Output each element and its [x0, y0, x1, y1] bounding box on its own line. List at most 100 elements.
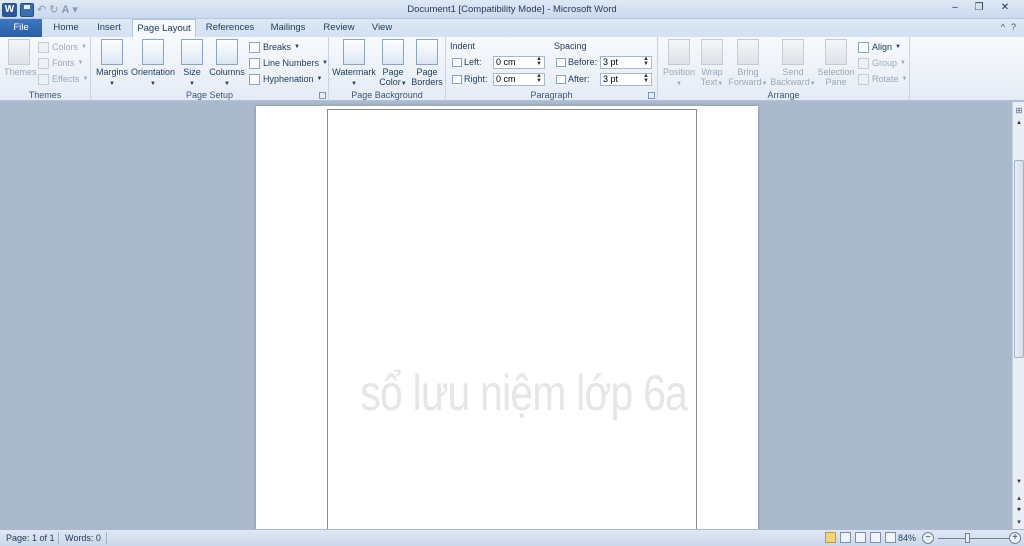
zoom-level[interactable]: 84% — [898, 533, 916, 543]
scroll-down-icon[interactable]: ▼ — [1014, 479, 1024, 489]
page-borders-label-2: Borders — [411, 77, 443, 87]
align-button[interactable]: Align ▼ — [858, 40, 901, 54]
fonts-icon — [38, 57, 49, 69]
arrange-group-label: Arrange — [767, 90, 800, 100]
zoom-slider-thumb[interactable] — [965, 533, 970, 543]
rotate-icon — [858, 73, 869, 85]
word-count[interactable]: Words: 0 — [65, 533, 101, 543]
columns-button[interactable]: Columns ▼ — [209, 39, 245, 89]
wrap-text-button[interactable]: Wrap Text▼ — [698, 39, 726, 89]
send-backward-button[interactable]: Send Backward▼ — [768, 39, 818, 89]
restore-button[interactable]: ❐ — [968, 2, 990, 16]
breaks-button[interactable]: Breaks ▼ — [249, 40, 300, 54]
send-backward-label-2: Backward — [770, 77, 810, 87]
bring-forward-icon — [737, 39, 759, 65]
indent-right-value: 0 cm — [496, 74, 516, 84]
minimize-button[interactable]: – — [944, 2, 966, 16]
help-icon[interactable]: ? — [1011, 22, 1016, 32]
zoom-slider[interactable] — [938, 538, 1010, 539]
indent-right-label: Right: — [452, 74, 488, 84]
spacing-after-icon — [556, 74, 566, 84]
spinner-arrows-icon[interactable]: ▲ ▼ — [642, 73, 650, 84]
view-ruler-icon[interactable]: ⊞ — [1014, 106, 1024, 118]
send-backward-label-1: Send — [782, 67, 804, 77]
orientation-button[interactable]: Orientation ▼ — [131, 39, 175, 89]
spacing-before-field[interactable]: 3 pt ▲ ▼ — [600, 56, 652, 69]
scroll-up-icon[interactable]: ▲ — [1014, 120, 1024, 130]
web-layout-icon[interactable] — [855, 532, 866, 543]
indent-right-text: Right: — [464, 74, 488, 84]
print-layout-icon[interactable] — [825, 532, 836, 543]
select-browse-object-icon[interactable]: ● — [1014, 506, 1024, 516]
selection-pane-button[interactable]: Selection Pane — [816, 39, 856, 87]
effects-label: Effects — [52, 74, 80, 84]
hyphenation-button[interactable]: Hyphenation ▼ — [249, 72, 323, 86]
columns-icon — [216, 39, 238, 65]
spacing-after-value: 3 pt — [603, 74, 619, 84]
window-controls: – ❐ ✕ — [944, 2, 1018, 16]
group-button[interactable]: Group ▼ — [858, 56, 906, 70]
outline-view-icon[interactable] — [870, 532, 881, 543]
tab-review[interactable]: Review — [318, 19, 360, 37]
bring-forward-button[interactable]: Bring Forward▼ — [728, 39, 768, 89]
fonts-button[interactable]: Fonts ▼ — [38, 56, 83, 70]
next-page-icon[interactable]: ▾ — [1014, 518, 1024, 528]
orientation-label: Orientation — [131, 67, 176, 77]
document-area[interactable]: sổ lưu niệm lớp 6a — [0, 102, 1012, 529]
zoom-in-icon[interactable]: + — [1009, 532, 1021, 544]
indent-left-field[interactable]: 0 cm ▲ ▼ — [493, 56, 545, 69]
scroll-thumb[interactable] — [1014, 160, 1024, 358]
breaks-label: Breaks — [263, 42, 292, 52]
paragraph-group-label: Paragraph — [530, 90, 573, 100]
page-borders-button[interactable]: Page Borders — [410, 39, 444, 87]
themes-group: Themes Colors ▼ Fonts ▼ Effects ▼ Themes — [0, 37, 91, 101]
paragraph-launcher-icon[interactable] — [648, 92, 655, 99]
page-setup-launcher-icon[interactable] — [319, 92, 326, 99]
size-icon — [181, 39, 203, 65]
spacing-before-icon — [556, 57, 566, 67]
colors-icon — [38, 41, 49, 53]
watermark-text: sổ lưu niệm lớp 6a — [360, 365, 688, 421]
spacing-after-field[interactable]: 3 pt ▲ ▼ — [600, 73, 652, 86]
spacing-after-text: After: — [568, 74, 590, 84]
group-icon — [858, 57, 869, 69]
zoom-out-icon[interactable]: − — [922, 532, 934, 544]
spacing-before-value: 3 pt — [603, 57, 619, 67]
send-backward-icon — [782, 39, 804, 65]
size-button[interactable]: Size ▼ — [179, 39, 205, 89]
tab-references[interactable]: References — [202, 19, 258, 37]
spinner-arrows-icon[interactable]: ▲ ▼ — [642, 56, 650, 67]
effects-button[interactable]: Effects ▼ — [38, 72, 88, 86]
vertical-scrollbar[interactable]: ⊞ ▲ ▼ ▴ ● ▾ — [1012, 102, 1024, 529]
selection-pane-icon — [825, 39, 847, 65]
spinner-arrows-icon[interactable]: ▲ ▼ — [535, 73, 543, 84]
draft-view-icon[interactable] — [885, 532, 896, 543]
fonts-label: Fonts — [52, 58, 75, 68]
full-screen-reading-icon[interactable] — [840, 532, 851, 543]
minimize-ribbon-icon[interactable]: ^ — [1001, 22, 1005, 32]
tab-insert[interactable]: Insert — [90, 19, 128, 37]
page-color-icon — [382, 39, 404, 65]
tab-home[interactable]: Home — [46, 19, 86, 37]
themes-button[interactable]: Themes — [4, 39, 37, 77]
document-page[interactable]: sổ lưu niệm lớp 6a — [256, 106, 758, 529]
margins-button[interactable]: Margins ▼ — [94, 39, 130, 89]
page-color-button[interactable]: Page Color▼ — [378, 39, 408, 89]
tab-file[interactable]: File — [0, 19, 42, 37]
previous-page-icon[interactable]: ▴ — [1014, 494, 1024, 504]
rotate-button[interactable]: Rotate ▼ — [858, 72, 907, 86]
tab-page-layout[interactable]: Page Layout — [132, 19, 196, 38]
spinner-arrows-icon[interactable]: ▲ ▼ — [535, 56, 543, 67]
watermark-button[interactable]: Watermark ▼ — [332, 39, 376, 89]
ribbon-help-area: ^ ? — [1001, 22, 1016, 32]
window-title: Document1 [Compatibility Mode] - Microso… — [407, 4, 617, 15]
tab-mailings[interactable]: Mailings — [264, 19, 312, 37]
line-numbers-button[interactable]: Line Numbers ▼ — [249, 56, 328, 70]
page-background-group: Watermark ▼ Page Color▼ Page Borders Page… — [329, 37, 446, 101]
indent-right-field[interactable]: 0 cm ▲ ▼ — [493, 73, 545, 86]
close-button[interactable]: ✕ — [992, 2, 1018, 16]
page-count[interactable]: Page: 1 of 1 — [6, 533, 55, 543]
colors-button[interactable]: Colors ▼ — [38, 40, 87, 54]
tab-view[interactable]: View — [366, 19, 398, 37]
position-button[interactable]: Position ▼ — [660, 39, 698, 89]
